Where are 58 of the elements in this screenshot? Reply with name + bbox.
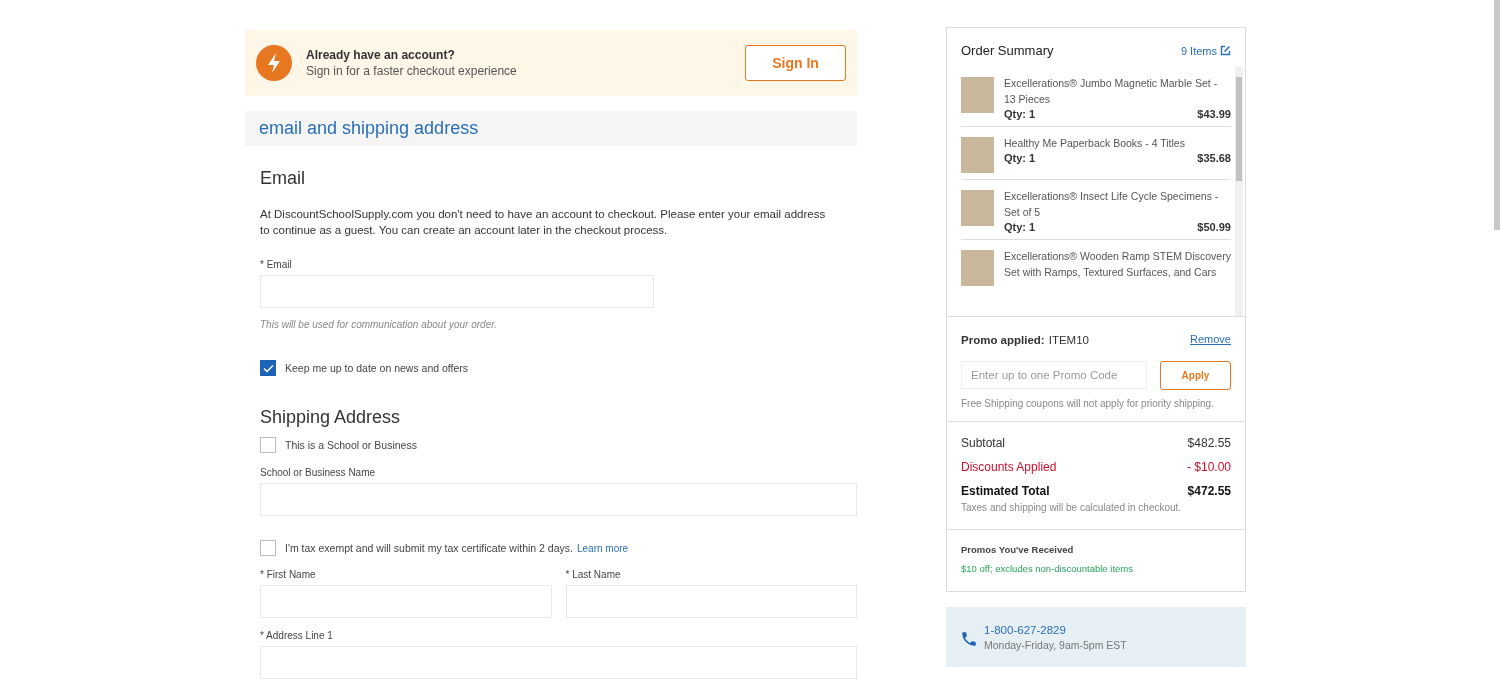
order-summary-title: Order Summary <box>961 43 1054 58</box>
total-value: $472.55 <box>1187 484 1231 498</box>
promo-code: ITEM10 <box>1048 334 1089 346</box>
product-name: Healthy Me Paperback Books - 4 Titles <box>1004 136 1186 151</box>
total-label: Subtotal <box>961 436 1006 450</box>
tax-note: Taxes and shipping will be calculated in checkout. <box>961 502 1183 513</box>
total-label: Discounts Applied <box>961 460 1057 474</box>
remove-link[interactable]: Remove <box>1190 333 1231 345</box>
checkbox-label: I'm tax exempt and will submit my tax certificate within 2 days. <box>285 542 573 554</box>
scrollbar[interactable] <box>1235 67 1243 316</box>
field-label: School or Business Name <box>260 467 377 478</box>
edit-icon <box>1220 45 1231 56</box>
learn-more-link[interactable]: Learn more <box>576 542 629 554</box>
checkbox[interactable] <box>260 437 276 453</box>
total-label: Estimated Total <box>961 484 1050 498</box>
checkbox-label: Keep me up to date on news and offers <box>285 362 469 374</box>
apply-button[interactable]: Apply <box>1160 361 1231 390</box>
phone-number[interactable]: 1-800-627-2829 <box>984 623 1127 636</box>
field-label: * Address Line 1 <box>260 630 334 641</box>
email-heading: Email <box>260 168 306 189</box>
product-photo-placeholder <box>961 137 994 173</box>
phone-icon <box>960 630 978 648</box>
checkbox[interactable] <box>260 540 276 556</box>
promo-note: Free Shipping coupons will not apply for priority shipping. <box>961 398 1215 409</box>
total-value: $482.55 <box>1187 436 1231 450</box>
email-description: At DiscountSchoolSupply.com you don't need to have an account to checkout. Please enter your email address to continue as a guest. You can create an account later in the checkout process. <box>260 207 827 238</box>
field-label: * Last Name <box>565 569 622 580</box>
banner-title: Already have an account? <box>306 48 456 62</box>
banner-subtitle: Sign in for a faster checkout experience <box>306 64 518 78</box>
product-quantity: Qty: 1 <box>1004 108 1036 120</box>
checkbox[interactable] <box>260 360 276 376</box>
shipping-heading: Shipping Address <box>260 407 402 428</box>
product-price: $43.99 <box>1197 108 1231 120</box>
product-photo-placeholder <box>961 250 994 286</box>
promo-code-field[interactable]: Enter up to one Promo Code <box>961 361 1147 389</box>
total-value: - $10.00 <box>1186 460 1231 474</box>
section-title: email and shipping address <box>259 118 479 139</box>
checkbox-label: This is a School or Business <box>285 439 417 451</box>
scrollbar[interactable] <box>1494 0 1500 230</box>
product-quantity: Qty: 1 <box>1004 221 1036 233</box>
product-price: $50.99 <box>1197 221 1231 233</box>
sign-in-button[interactable]: Sign In <box>745 45 846 81</box>
promos-heading: Promos You've Received <box>961 544 1075 555</box>
items-link[interactable]: 9 Items <box>1180 44 1231 57</box>
field-label: * First Name <box>260 569 317 580</box>
product-name: Excellerations® Wooden Ramp STEM Discovery Set with Ramps, Textured Surfaces, and Cars <box>1004 249 1231 280</box>
lightning-bolt-icon <box>256 45 292 81</box>
promo-label: Promo applied: <box>961 334 1045 346</box>
product-name: Excellerations® Insect Life Cycle Specimens - Set of 5 <box>1004 189 1220 220</box>
field-hint: This will be used for communication about your order. <box>260 319 498 330</box>
product-quantity: Qty: 1 <box>1004 152 1036 164</box>
business-hours: Monday-Friday, 9am-5pm EST <box>984 638 1127 651</box>
product-price: $35.68 <box>1197 152 1231 164</box>
field-label: * Email <box>260 259 293 270</box>
product-photo-placeholder <box>961 77 994 113</box>
promo-description: $10 off; excludes non-discountable items <box>961 563 1134 574</box>
product-name: Excellerations® Jumbo Magnetic Marble Set - 13 Pieces <box>1004 76 1219 107</box>
product-photo-placeholder <box>961 190 994 226</box>
